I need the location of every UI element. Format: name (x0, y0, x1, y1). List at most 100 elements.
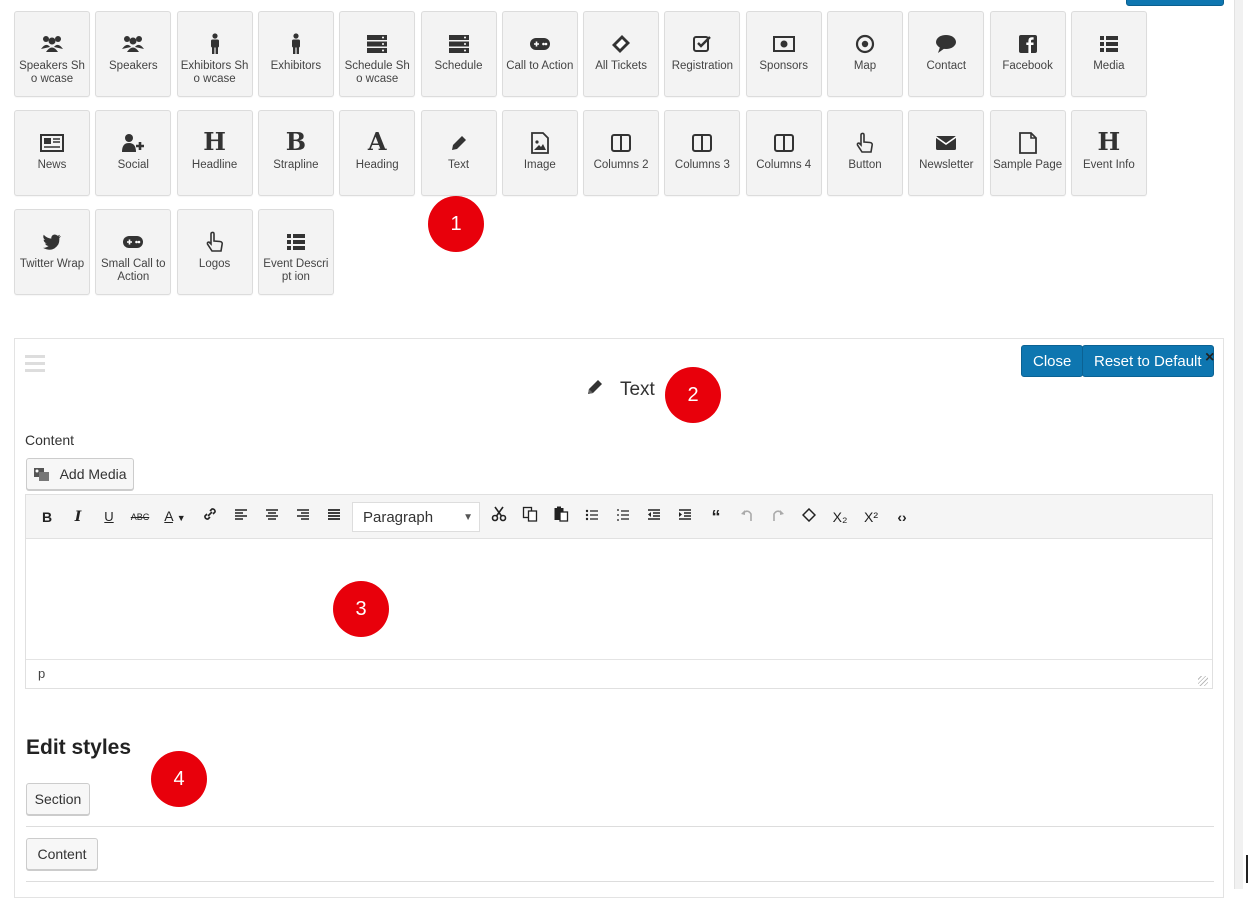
block-tile-call-to-action[interactable]: Call to Action (501, 11, 578, 97)
undo-icon[interactable] (734, 507, 760, 527)
envelope-icon (909, 125, 983, 159)
align-right-icon[interactable] (290, 507, 316, 527)
person-icon (178, 26, 252, 60)
block-tile-columns-4[interactable]: Columns 4 (745, 110, 822, 196)
reset-to-default-button[interactable]: Reset to Default (1082, 345, 1214, 377)
block-tile-event-info[interactable]: H Event Info (1070, 110, 1147, 196)
close-icon[interactable]: × (1205, 349, 1214, 367)
callout-badge-2: 2 (665, 367, 721, 423)
block-tile-newsletter[interactable]: Newsletter (908, 110, 985, 196)
block-tile-schedule[interactable]: Schedule (420, 11, 497, 97)
block-tile-exhibitors-sho-wcase[interactable]: Exhibitors Sho wcase (176, 11, 253, 97)
callout-badge-3: 3 (333, 581, 389, 637)
blockquote-icon[interactable]: “ (703, 507, 729, 527)
block-tile-twitter-wrap[interactable]: Twitter Wrap (14, 209, 90, 295)
content-label: Content (25, 432, 75, 448)
block-tile-schedule-sho-wcase[interactable]: Schedule Sho wcase (339, 11, 416, 97)
cut-icon[interactable] (486, 506, 512, 527)
block-tile-label: Exhibitors Sho wcase (180, 60, 249, 85)
wysiwyg-editor: B I U ABC A ▼ Paragraph ▼ “ X₂ X² ‹› p (25, 494, 1213, 689)
resize-grip-icon[interactable] (1198, 676, 1208, 686)
check-square-icon (665, 26, 739, 60)
block-tile-map[interactable]: Map (827, 11, 903, 97)
columns-icon (584, 125, 658, 159)
block-tile-strapline[interactable]: B Strapline (257, 110, 334, 196)
format-select-value: Paragraph (363, 508, 434, 526)
text-color-label: A (164, 507, 173, 524)
bold-button[interactable]: B (34, 507, 60, 527)
eraser-icon[interactable] (796, 507, 822, 527)
drag-handle[interactable] (25, 355, 45, 376)
top-action-button[interactable] (1126, 0, 1224, 6)
facebook-icon (991, 26, 1065, 60)
align-justify-icon[interactable] (321, 507, 347, 527)
subscript-button[interactable]: X₂ (827, 507, 853, 527)
block-tile-columns-2[interactable]: Columns 2 (583, 110, 660, 196)
block-tile-image[interactable]: Image (501, 110, 578, 196)
block-tile-label: Schedule Sho wcase (344, 60, 410, 85)
block-tile-exhibitors[interactable]: Exhibitors (257, 11, 334, 97)
section-button[interactable]: Section (26, 783, 90, 815)
text-color-button[interactable]: A ▼ (158, 506, 192, 528)
numbered-list-icon[interactable] (610, 507, 636, 527)
block-tile-media[interactable]: Media (1070, 11, 1147, 97)
paste-icon[interactable] (548, 506, 574, 527)
italic-button[interactable]: I (65, 507, 91, 527)
block-tile-label: Logos (198, 258, 231, 270)
block-tile-news[interactable]: News (14, 110, 90, 196)
heading-h-icon: H (1097, 127, 1121, 156)
page-scrollbar[interactable] (1234, 0, 1243, 889)
format-select[interactable]: Paragraph ▼ (352, 501, 480, 532)
block-tile-label: All Tickets (595, 60, 647, 72)
block-tile-small-call-to-action[interactable]: Small Call to Action (95, 209, 172, 295)
code-icon[interactable]: ‹› (889, 507, 915, 527)
block-tile-heading[interactable]: A Heading (339, 110, 416, 196)
block-tile-event-descript-ion[interactable]: Event Descript ion (257, 209, 334, 295)
strikethrough-button[interactable]: ABC (127, 507, 153, 527)
block-tile-all-tickets[interactable]: All Tickets (583, 11, 660, 97)
divider (26, 881, 1214, 882)
align-left-icon[interactable] (228, 507, 254, 527)
copy-icon[interactable] (517, 506, 543, 527)
superscript-button[interactable]: X² (858, 507, 884, 527)
redo-icon[interactable] (765, 507, 791, 527)
block-tile-label: Text (447, 159, 470, 171)
block-tile-registration[interactable]: Registration (664, 11, 741, 97)
users-icon (96, 26, 170, 60)
block-tile-headline[interactable]: H Headline (176, 110, 253, 196)
block-tile-button[interactable]: Button (827, 110, 903, 196)
block-tile-label: Contact (926, 60, 967, 72)
underline-button[interactable]: U (96, 507, 122, 527)
element-path[interactable]: p (38, 666, 45, 681)
indent-icon[interactable] (672, 507, 698, 527)
block-tile-facebook[interactable]: Facebook (989, 11, 1066, 97)
block-tile-speakers[interactable]: Speakers (95, 11, 172, 97)
heading-h-icon: H (203, 127, 226, 156)
twitter-icon (15, 224, 89, 258)
image-file-icon (503, 125, 577, 159)
newspaper-icon (15, 125, 89, 159)
content-button[interactable]: Content (26, 838, 98, 870)
block-tile-sponsors[interactable]: Sponsors (745, 11, 822, 97)
block-tile-contact[interactable]: Contact (908, 11, 985, 97)
close-button[interactable]: Close (1021, 345, 1084, 377)
list-icon (259, 224, 333, 258)
ticket-icon (584, 26, 658, 60)
align-center-icon[interactable] (259, 507, 285, 527)
block-tile-columns-3[interactable]: Columns 3 (664, 110, 741, 196)
block-tile-social[interactable]: Social (95, 110, 172, 196)
block-tile-label: News (37, 159, 67, 171)
block-tile-label: Columns 2 (593, 159, 649, 171)
link-icon[interactable] (197, 506, 223, 527)
block-tile-speakers-sho-wcase[interactable]: Speakers Sho wcase (14, 11, 90, 97)
callout-badge-1: 1 (428, 196, 484, 252)
bullet-list-icon[interactable] (579, 507, 605, 527)
add-media-button[interactable]: Add Media (26, 458, 134, 490)
outdent-icon[interactable] (641, 507, 667, 527)
editor-content-area[interactable] (26, 539, 1212, 659)
block-tile-sample-page[interactable]: Sample Page (989, 110, 1066, 196)
block-tile-label: Exhibitors (270, 60, 322, 72)
block-tile-logos[interactable]: Logos (176, 209, 253, 295)
block-tile-text[interactable]: Text (420, 110, 497, 196)
text-block-settings-panel: Text 2 Close Reset to Default × Content … (14, 338, 1224, 898)
